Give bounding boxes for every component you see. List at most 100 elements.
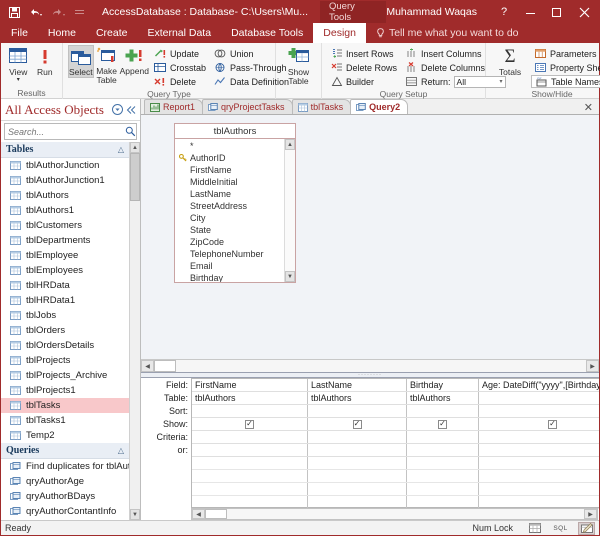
grid-cell-empty[interactable]: [192, 457, 308, 469]
save-icon[interactable]: [9, 7, 20, 18]
diagram-horizontal-scrollbar[interactable]: ◀ ▶: [141, 359, 599, 372]
query-diagram-canvas[interactable]: tblAuthors * AuthorID FirstName MiddleIn…: [141, 115, 599, 359]
doc-tab-qryprojecttasks[interactable]: qryProjectTasks: [202, 99, 293, 114]
grid-row-empty[interactable]: [192, 470, 599, 483]
show-checkbox[interactable]: ✓: [245, 420, 254, 429]
view-button[interactable]: View ▾: [6, 45, 31, 83]
nav-item-qryauthorbdays[interactable]: qryAuthorBDays: [1, 489, 129, 504]
field-list-item[interactable]: FirstName: [175, 164, 284, 176]
grid-cell-empty[interactable]: [479, 496, 599, 508]
grid-cell-empty[interactable]: [192, 483, 308, 495]
tab-file[interactable]: File: [1, 23, 38, 43]
field-list-scroll-track[interactable]: [285, 150, 295, 271]
nav-item-tblemployees[interactable]: tblEmployees: [1, 263, 129, 278]
field-list-tblauthors[interactable]: tblAuthors * AuthorID FirstName MiddleIn…: [174, 123, 296, 283]
grid-row-empty[interactable]: [192, 457, 599, 470]
grid-cell-field-2[interactable]: LastName: [308, 379, 407, 391]
crosstab-query-button[interactable]: Crosstab: [151, 61, 209, 74]
field-list-item[interactable]: State: [175, 224, 284, 236]
field-list-item[interactable]: StreetAddress: [175, 200, 284, 212]
nav-item-qryauthorcontantinfo[interactable]: qryAuthorContantInfo: [1, 504, 129, 519]
grid-cell-empty[interactable]: [407, 496, 479, 508]
grid-cell-or-3[interactable]: [407, 444, 479, 456]
grid-cell-table-1[interactable]: tblAuthors: [192, 392, 308, 404]
diagram-scroll-thumb[interactable]: [154, 360, 176, 372]
grid-cell-empty[interactable]: [308, 470, 407, 482]
datasheet-view-button[interactable]: [526, 522, 543, 535]
nav-vertical-scrollbar[interactable]: ▲ ▼: [129, 142, 140, 520]
nav-dropdown-icon[interactable]: [112, 104, 123, 115]
nav-item-tblcustomers[interactable]: tblCustomers: [1, 218, 129, 233]
show-checkbox[interactable]: ✓: [353, 420, 362, 429]
delete-rows-button[interactable]: Delete Rows: [327, 61, 400, 74]
grid-cell-table-3[interactable]: tblAuthors: [407, 392, 479, 404]
field-list-item[interactable]: *: [175, 140, 284, 152]
search-icon[interactable]: [125, 126, 136, 137]
grid-cell-field-3[interactable]: Birthday: [407, 379, 479, 391]
nav-collapse-icon[interactable]: [126, 105, 136, 115]
grid-cell-sort-1[interactable]: [192, 405, 308, 417]
grid-cell-empty[interactable]: [192, 470, 308, 482]
grid-cell-show-2[interactable]: ✓: [308, 418, 407, 430]
totals-button[interactable]: Σ Totals: [491, 45, 529, 77]
field-list-item[interactable]: ZipCode: [175, 236, 284, 248]
minimize-button[interactable]: [517, 1, 543, 23]
grid-cell-empty[interactable]: [308, 457, 407, 469]
grid-cell-criteria-4[interactable]: [479, 431, 599, 443]
make-table-button[interactable]: Make Table: [96, 45, 118, 85]
design-view-button[interactable]: [578, 522, 595, 535]
grid-row-empty[interactable]: [192, 483, 599, 496]
scroll-down-icon[interactable]: ▼: [285, 271, 295, 282]
nav-item-tbljobs[interactable]: tblJobs: [1, 308, 129, 323]
tab-create[interactable]: Create: [86, 23, 138, 43]
grid-cell-empty[interactable]: [407, 483, 479, 495]
nav-item-tblauthors1[interactable]: tblAuthors1: [1, 203, 129, 218]
grid-cell-criteria-2[interactable]: [308, 431, 407, 443]
append-query-button[interactable]: Append: [120, 45, 149, 76]
nav-item-qryauthorage[interactable]: qryAuthorAge: [1, 474, 129, 489]
field-list-item[interactable]: City: [175, 212, 284, 224]
scroll-left-icon[interactable]: ◀: [192, 509, 205, 519]
nav-item-tblhrdata[interactable]: tblHRData: [1, 278, 129, 293]
field-list-item[interactable]: TelephoneNumber: [175, 248, 284, 260]
tab-external-data[interactable]: External Data: [137, 23, 221, 43]
diagram-scroll-track[interactable]: [154, 360, 586, 372]
grid-cell-field-1[interactable]: FirstName: [192, 379, 308, 391]
grid-horizontal-scrollbar[interactable]: ◀ ▶: [191, 508, 598, 520]
grid-scroll-thumb[interactable]: [205, 509, 227, 519]
field-list-item[interactable]: AuthorID: [175, 152, 284, 164]
grid-cell-criteria-1[interactable]: [192, 431, 308, 443]
scroll-down-icon[interactable]: ▼: [130, 509, 140, 520]
builder-button[interactable]: Builder: [327, 75, 400, 88]
tab-design[interactable]: Design: [313, 23, 366, 43]
user-account-name[interactable]: Muhammad Waqas: [386, 6, 477, 18]
show-table-button[interactable]: Show Table: [281, 45, 316, 86]
sql-view-button[interactable]: SQL: [552, 522, 569, 535]
grid-cell-show-4[interactable]: ✓: [479, 418, 599, 430]
delete-query-button[interactable]: Delete: [151, 75, 209, 88]
grid-cell-sort-3[interactable]: [407, 405, 479, 417]
table-names-button[interactable]: xyz Table Names: [531, 75, 600, 88]
query-diagram-pane[interactable]: tblAuthors * AuthorID FirstName MiddleIn…: [141, 115, 599, 373]
nav-item-tbldepartments[interactable]: tblDepartments: [1, 233, 129, 248]
nav-item-tblordersdetails[interactable]: tblOrdersDetails: [1, 338, 129, 353]
undo-icon[interactable]: [29, 7, 43, 17]
nav-item-tblhrdata1[interactable]: tblHRData1: [1, 293, 129, 308]
doc-tab-tbltasks[interactable]: tblTasks: [292, 99, 352, 114]
grid-cell-empty[interactable]: [308, 483, 407, 495]
grid-cell-or-4[interactable]: [479, 444, 599, 456]
grid-cell-sort-2[interactable]: [308, 405, 407, 417]
help-icon[interactable]: ?: [491, 1, 517, 23]
grid-cell-show-1[interactable]: ✓: [192, 418, 308, 430]
scroll-right-icon[interactable]: ▶: [584, 509, 597, 519]
tell-me-search[interactable]: Tell me what you want to do: [366, 23, 519, 43]
scroll-left-icon[interactable]: ◀: [141, 360, 154, 372]
field-list-item[interactable]: Birthday: [175, 272, 284, 282]
grid-cell-table-4[interactable]: [479, 392, 599, 404]
field-list-item[interactable]: Email: [175, 260, 284, 272]
nav-item-tblauthors[interactable]: tblAuthors: [1, 188, 129, 203]
doc-tab-query2[interactable]: Query2: [350, 99, 408, 114]
nav-search-box[interactable]: [4, 123, 137, 140]
search-input[interactable]: [8, 127, 125, 137]
grid-cell-criteria-3[interactable]: [407, 431, 479, 443]
